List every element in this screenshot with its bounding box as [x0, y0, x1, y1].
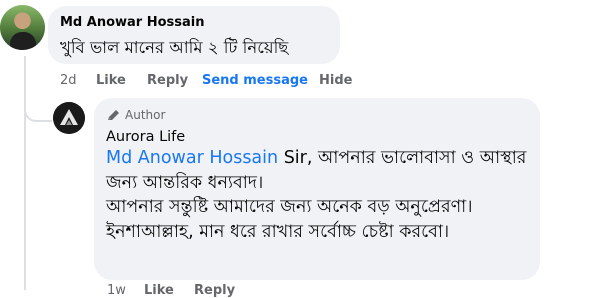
reply-like-button[interactable]: Like	[144, 283, 174, 298]
reply-timestamp[interactable]: 1w	[107, 283, 126, 298]
avatar[interactable]	[0, 5, 45, 50]
thread-connector	[24, 100, 52, 122]
send-message-button[interactable]: Send message	[202, 73, 308, 88]
reply-reply-button[interactable]: Reply	[194, 283, 235, 298]
aurora-logo-icon	[53, 102, 85, 134]
page-avatar[interactable]	[53, 102, 85, 134]
comment-text: খুবি ভাল মানের আমি ২ টি নিয়েছি	[60, 38, 289, 57]
reply-text: Md Anowar Hossain Sir, আপনার ভালোবাসা ও …	[106, 146, 534, 244]
reply-bubble: Author Aurora Life Md Anowar Hossain Sir…	[94, 98, 540, 280]
pen-icon	[108, 110, 119, 120]
comment-bubble: Md Anowar Hossain খুবি ভাল মানের আমি ২ ট…	[48, 6, 340, 64]
like-button[interactable]: Like	[96, 73, 126, 88]
mention-link[interactable]: Md Anowar Hossain	[106, 148, 278, 168]
avatar-figure	[10, 32, 36, 50]
reply-author-name[interactable]: Aurora Life	[106, 129, 185, 145]
author-badge-label: Author	[125, 108, 166, 122]
hide-button[interactable]: Hide	[319, 73, 352, 88]
comment-timestamp[interactable]: 2d	[60, 73, 77, 88]
reply-button[interactable]: Reply	[147, 73, 188, 88]
thread-line	[24, 56, 26, 290]
comment-author-name[interactable]: Md Anowar Hossain	[60, 15, 205, 30]
reply-text-line2: আপনার সন্তুষ্টি আমাদের জন্য অনেক বড় অনু…	[106, 197, 473, 242]
